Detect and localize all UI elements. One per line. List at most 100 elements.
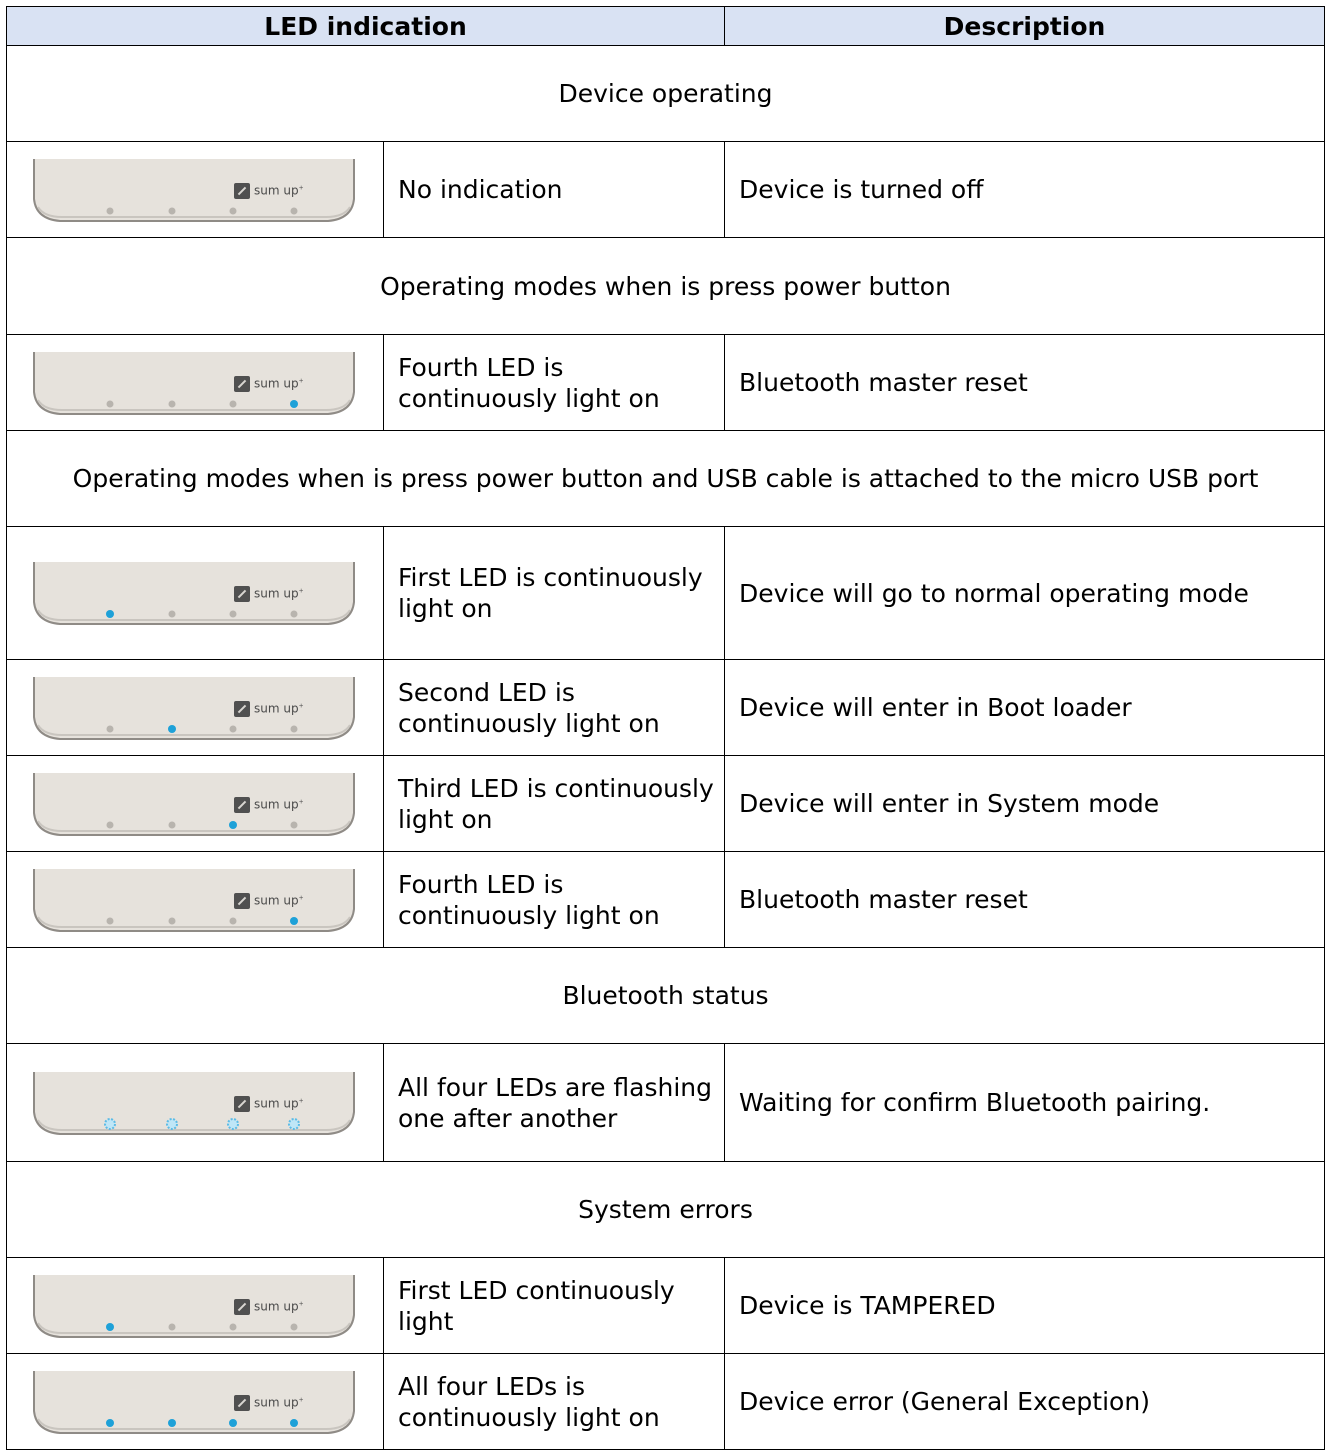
led-indicator	[106, 207, 114, 214]
indication-cell: Third LED is continuously light on	[382, 755, 726, 852]
led-indicator	[229, 1323, 237, 1330]
sumup-logo-icon	[234, 375, 250, 392]
sumup-logo-icon	[234, 1394, 250, 1411]
led-indicator	[229, 400, 237, 407]
led-indicator	[290, 725, 298, 732]
led-indication-table: LED indication Description Device operat…	[5, 6, 1326, 1450]
led-image-cell: sum up+	[6, 755, 384, 852]
led-indicator	[290, 610, 298, 618]
led-indicator	[168, 207, 176, 214]
description-cell: Waiting for confirm Bluetooth pairing.	[724, 1043, 1326, 1162]
led-indicator	[229, 207, 237, 214]
device-body	[33, 772, 355, 836]
led-indicator	[106, 917, 114, 924]
sumup-logo: sum up+	[234, 700, 304, 717]
sumup-logo-icon	[234, 892, 250, 909]
led-indicator	[106, 610, 114, 618]
led-indicator	[288, 1117, 300, 1130]
indication-cell: First LED continuously light	[382, 1257, 726, 1354]
table-row: sum up+ Fourth LED is continuously light…	[6, 334, 1326, 431]
description-cell: Bluetooth master reset	[724, 851, 1326, 948]
table-header-row: LED indication Description	[5, 6, 1326, 46]
led-indicator	[104, 1117, 116, 1130]
led-indicator	[168, 400, 176, 407]
indication-cell: Fourth LED is continuously light on	[382, 851, 726, 948]
device-body	[33, 562, 355, 625]
header-led-indication: LED indication	[5, 6, 726, 46]
section-row: Bluetooth status	[5, 947, 1326, 1044]
led-indicator	[168, 1418, 176, 1427]
sumup-logo: sum up+	[234, 892, 304, 909]
section-row: Operating modes when is press power butt…	[5, 430, 1326, 527]
device-image: sum up+	[30, 157, 358, 223]
led-indicator	[227, 1117, 239, 1130]
device-image: sum up+	[30, 771, 358, 837]
led-indicator	[229, 725, 237, 732]
section-title: Device operating	[5, 45, 1326, 142]
device-body	[33, 1370, 355, 1434]
description-cell: Device error (General Exception)	[724, 1353, 1326, 1450]
led-image-cell: sum up+	[6, 1257, 384, 1354]
led-image-cell: sum up+	[6, 141, 384, 238]
sumup-logo: sum up+	[234, 182, 304, 199]
led-image-cell: sum up+	[6, 851, 384, 948]
indication-cell: Fourth LED is continuously light on	[382, 334, 726, 431]
sumup-logo-icon	[234, 700, 250, 717]
led-indicator	[229, 820, 237, 829]
section-title: System errors	[5, 1161, 1326, 1258]
indication-cell: Second LED is continuously light on	[382, 659, 726, 756]
sumup-logo: sum up+	[234, 1298, 304, 1315]
device-image: sum up+	[30, 867, 358, 933]
header-description: Description	[724, 6, 1326, 46]
description-cell: Device is turned off	[724, 141, 1326, 238]
device-body	[33, 676, 355, 740]
led-indicator	[168, 1323, 176, 1330]
led-image-cell: sum up+	[6, 1043, 384, 1162]
device-image: sum up+	[30, 1369, 358, 1435]
indication-cell: All four LEDs is continuously light on	[382, 1353, 726, 1450]
led-indicator	[290, 207, 298, 214]
device-image: sum up+	[30, 675, 358, 741]
led-indicator	[290, 399, 298, 408]
section-title: Bluetooth status	[5, 947, 1326, 1044]
device-image: sum up+	[30, 350, 358, 416]
description-cell: Device will enter in Boot loader	[724, 659, 1326, 756]
sumup-logo-icon	[234, 182, 250, 199]
section-title: Operating modes when is press power butt…	[5, 237, 1326, 335]
indication-cell: First LED is continuously light on	[382, 526, 726, 660]
table-row: sum up+ Third LED is continuously light …	[6, 755, 1326, 852]
sumup-logo-icon	[234, 586, 250, 602]
section-row: Device operating	[5, 45, 1326, 142]
sumup-logo: sum up+	[234, 1095, 304, 1112]
table-row: sum up+ Fourth LED is continuously light…	[6, 851, 1326, 948]
device-image: sum up+	[30, 1273, 358, 1339]
led-image-cell: sum up+	[6, 1353, 384, 1450]
led-image-cell: sum up+	[6, 334, 384, 431]
device-body	[33, 158, 355, 222]
table-row: sum up+ No indication Device is turned o…	[6, 141, 1326, 238]
table-row: sum up+ Second LED is continuously light…	[6, 659, 1326, 756]
led-indicator	[290, 821, 298, 828]
description-cell: Device will enter in System mode	[724, 755, 1326, 852]
led-indicator	[106, 1322, 114, 1331]
table-row: sum up+ All four LEDs are flashing one a…	[6, 1043, 1326, 1162]
led-indicator	[106, 1418, 114, 1427]
led-indicator	[290, 916, 298, 925]
section-title: Operating modes when is press power butt…	[5, 430, 1326, 527]
description-cell: Device is TAMPERED	[724, 1257, 1326, 1354]
section-row: System errors	[5, 1161, 1326, 1258]
sumup-logo: sum up+	[234, 796, 304, 813]
table-row: sum up+ First LED is continuously light …	[6, 526, 1326, 660]
device-body	[33, 1274, 355, 1338]
led-indicator	[290, 1323, 298, 1330]
led-indicator	[106, 725, 114, 732]
sumup-logo-icon	[234, 796, 250, 813]
led-indicator	[229, 610, 237, 618]
sumup-logo: sum up+	[234, 1394, 304, 1411]
led-indicator	[229, 917, 237, 924]
table-row: sum up+ All four LEDs is continuously li…	[6, 1353, 1326, 1450]
led-indicator	[290, 1418, 298, 1427]
led-indicator	[168, 917, 176, 924]
indication-cell: All four LEDs are flashing one after ano…	[382, 1043, 726, 1162]
led-indicator	[168, 821, 176, 828]
